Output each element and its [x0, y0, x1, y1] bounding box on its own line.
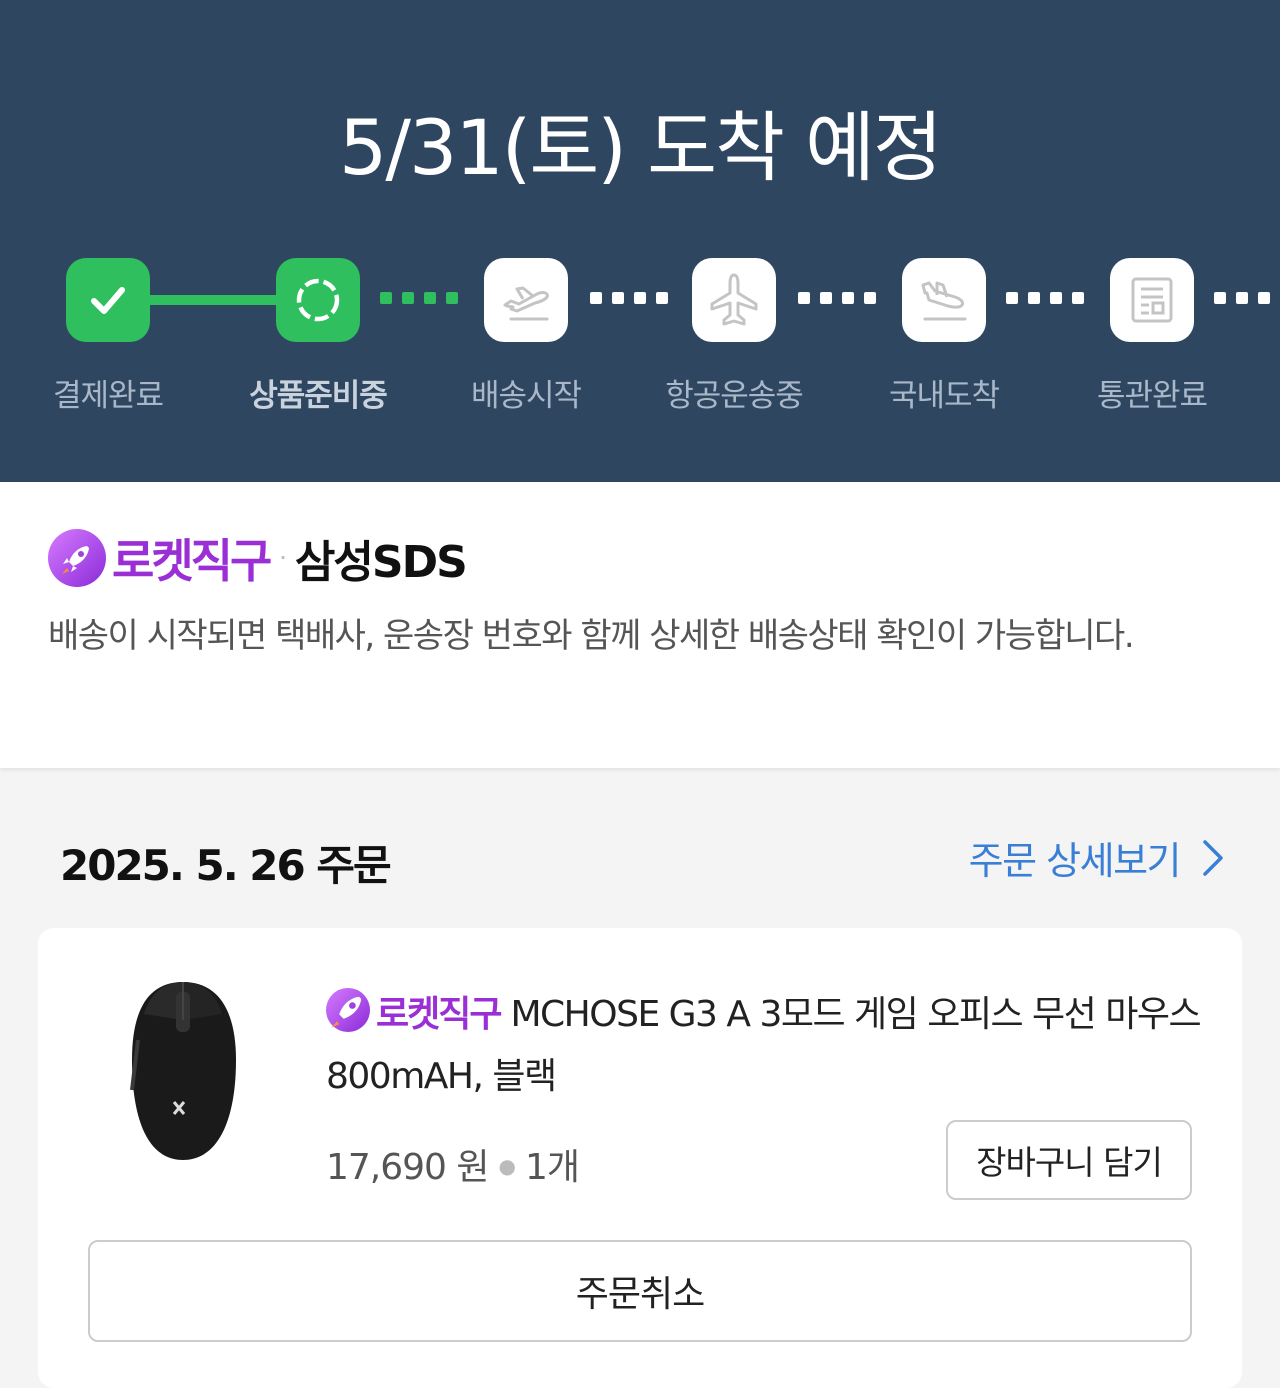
- delivery-status-header: 5/31(토) 도착 예정 결제완료 상품준비중 배송시작 항공운송중 국내도착…: [0, 0, 1280, 482]
- progress-line-complete: [146, 295, 280, 305]
- eta-title: 5/31(토) 도착 예정: [339, 103, 943, 192]
- step-label: 국내도착: [888, 378, 1000, 414]
- cancel-order-button[interactable]: 주문취소: [88, 1240, 1192, 1342]
- airplane-icon: [710, 273, 758, 326]
- step-domestic-arrival: [902, 258, 986, 342]
- carrier-name: 삼성SDS: [294, 537, 468, 588]
- progress-dots: [1006, 292, 1084, 304]
- arrival-plane-icon: [921, 281, 967, 321]
- price-quantity-line: 17,690 원 ● 1개: [326, 1138, 580, 1190]
- order-date: 2025. 5. 26 주문: [60, 841, 392, 890]
- check-icon: [91, 287, 125, 314]
- step-label-current: 상품준비중: [249, 378, 388, 414]
- product-price: 17,690 원: [326, 1147, 490, 1188]
- progress-dots: [590, 292, 668, 304]
- step-preparing: [276, 258, 360, 342]
- step-customs-cleared: [1110, 258, 1194, 342]
- add-to-cart-button[interactable]: 장바구니 담기: [946, 1120, 1192, 1200]
- product-brand-label: 로켓직구: [376, 994, 502, 1035]
- departure-plane-icon: [503, 286, 549, 321]
- step-label: 항공운송중: [665, 378, 804, 414]
- chevron-right-icon: [1203, 839, 1223, 876]
- step-payment-complete: [66, 258, 150, 342]
- step-label: 결제완료: [52, 378, 164, 414]
- product-title[interactable]: 로켓직구 MCHOSE G3 A 3모드 게임 오피스 무선 마우스 800mAH…: [326, 984, 1206, 1108]
- separator-dot: ·: [279, 544, 287, 572]
- step-label: 통관완료: [1096, 378, 1208, 414]
- rocket-logo-icon: [326, 988, 370, 1032]
- progress-dots: [798, 292, 876, 304]
- shipping-notice: 배송이 시작되면 택배사, 운송장 번호와 함께 상세한 배송상태 확인이 가능…: [48, 616, 1135, 656]
- progress-dots: [1214, 292, 1280, 304]
- step-label: 배송시작: [470, 378, 582, 414]
- step-shipping-started: [484, 258, 568, 342]
- carrier-row: 로켓직구 · 삼성SDS: [48, 528, 468, 588]
- product-image[interactable]: [88, 970, 278, 1170]
- loading-circle-icon: [296, 278, 340, 322]
- step-air-transit: [692, 258, 776, 342]
- product-quantity: 1개: [524, 1147, 580, 1188]
- order-detail-label: 주문 상세보기: [968, 839, 1182, 883]
- rocket-brand-label: 로켓직구: [112, 534, 272, 588]
- rocket-logo-icon: [48, 529, 106, 587]
- document-icon: [1131, 277, 1173, 323]
- order-detail-link[interactable]: 주문 상세보기: [969, 830, 1224, 885]
- progress-dots-active: [380, 292, 458, 304]
- separator-dot: ●: [498, 1154, 516, 1178]
